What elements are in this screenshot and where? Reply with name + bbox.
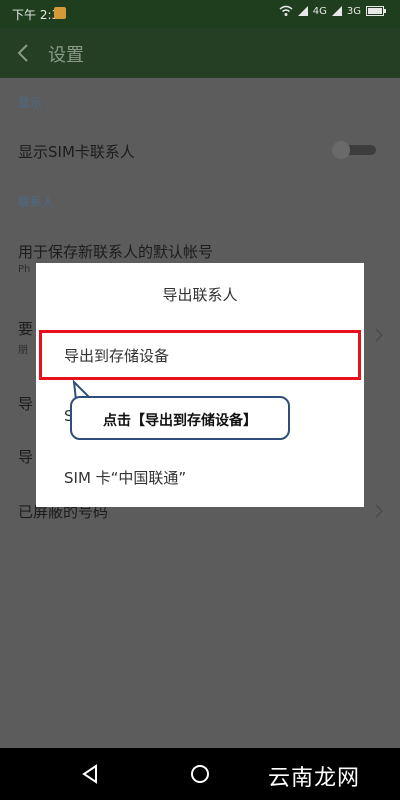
signal-icon [297,6,308,16]
wifi-icon [279,5,293,16]
nav-home-icon[interactable] [190,764,210,784]
pref-item-partial-3[interactable]: 导 [18,446,33,467]
app-bar: 设置 [0,28,400,78]
chevron-right-icon [375,328,384,342]
section-header-display: 显示 [18,96,43,110]
battery-icon [366,6,386,16]
pref-item-partial-1-sub: 朋 [18,345,28,356]
show-sim-contacts-toggle[interactable] [332,141,376,159]
status-indicators: 4G 3G [279,5,386,17]
network-3g-label: 3G [346,5,361,17]
show-sim-contacts-label[interactable]: 显示SIM卡联系人 [18,141,135,162]
notification-icon [54,7,66,19]
status-bar: 下午 2:30 4G 3G [0,0,400,28]
pref-item-partial-2[interactable]: 导 [18,393,33,414]
dialog-title: 导出联系人 [162,286,238,304]
callout-text: 点击【导出到存储设备】 [103,413,257,429]
section-header-contacts: 联系人 [18,195,55,209]
export-to-sim-option[interactable]: SIM 卡“中国联通” [36,449,364,509]
back-arrow-icon[interactable] [13,43,33,63]
pref-item-partial-1[interactable]: 要 [18,318,33,339]
highlight-box [39,330,361,380]
page-title: 设置 [48,45,84,66]
instruction-callout: 点击【导出到存储设备】 [70,396,290,440]
default-account-sub: Ph [18,264,31,275]
chevron-right-icon [375,504,384,518]
network-4g-label: 4G [312,5,327,17]
default-account-label[interactable]: 用于保存新联系人的默认帐号 [18,241,213,262]
option-label: SIM 卡“中国联通” [64,469,187,487]
watermark-logo: 云南龙网 [268,766,361,791]
nav-back-icon[interactable] [80,764,100,784]
signal-icon-2 [331,6,342,16]
